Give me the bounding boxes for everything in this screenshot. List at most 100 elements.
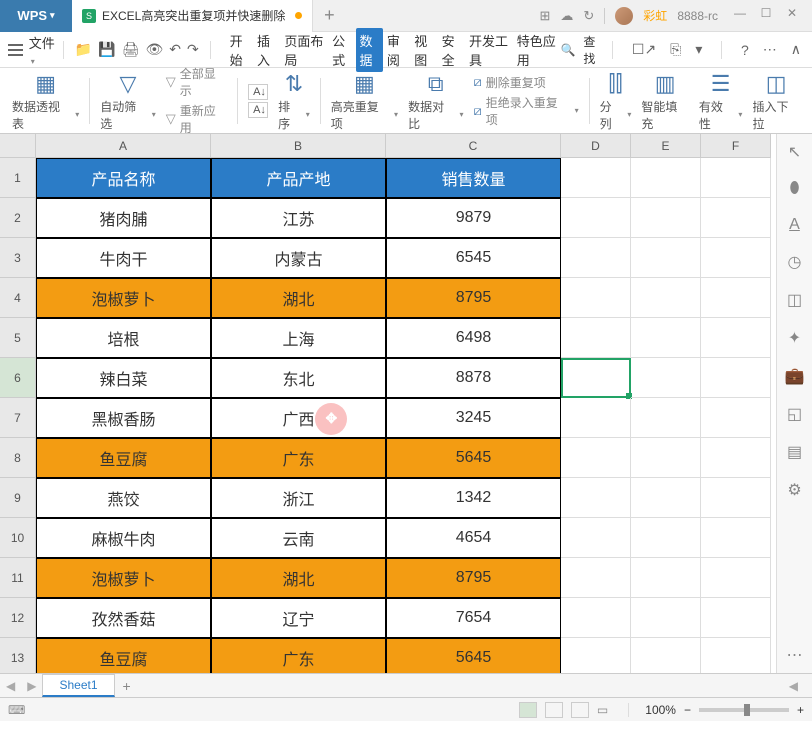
- row-header-13[interactable]: 13: [0, 638, 36, 673]
- wps-logo[interactable]: WPS▾: [0, 0, 72, 32]
- delete-duplicates-button[interactable]: ⧄删除重复项: [474, 74, 579, 91]
- menu-tab-2[interactable]: 页面布局: [281, 28, 328, 72]
- dropdown-icon[interactable]: ▾: [692, 41, 705, 58]
- maximize-button[interactable]: ☐: [754, 6, 778, 26]
- row-header-10[interactable]: 10: [0, 518, 36, 558]
- menu-tab-9[interactable]: 特色应用: [514, 28, 561, 72]
- sort-asc-button[interactable]: A↓: [248, 84, 268, 100]
- page-layout-view-button[interactable]: [571, 702, 589, 718]
- empty-cell[interactable]: [631, 238, 701, 278]
- menu-tab-1[interactable]: 插入: [254, 28, 280, 72]
- row-header-7[interactable]: 7: [0, 398, 36, 438]
- row-header-1[interactable]: 1: [0, 158, 36, 198]
- table-cell[interactable]: 鱼豆腐: [36, 438, 211, 478]
- table-cell[interactable]: 上海: [211, 318, 386, 358]
- menu-tab-7[interactable]: 安全: [439, 28, 465, 72]
- table-cell[interactable]: 湖北: [211, 558, 386, 598]
- options-icon[interactable]: ⋯: [760, 41, 780, 58]
- help-icon[interactable]: ?: [738, 42, 752, 58]
- keyboard-icon[interactable]: ⌨: [8, 703, 25, 717]
- row-header-11[interactable]: 11: [0, 558, 36, 598]
- table-cell[interactable]: 内蒙古: [211, 238, 386, 278]
- validity-button[interactable]: ☰有效性▾: [699, 70, 743, 132]
- grid-icon[interactable]: ⊞: [539, 8, 550, 24]
- row-header-5[interactable]: 5: [0, 318, 36, 358]
- table-header-cell[interactable]: 产品产地: [211, 158, 386, 198]
- redo-icon[interactable]: ↷: [184, 41, 202, 58]
- table-cell[interactable]: 3245: [386, 398, 561, 438]
- row-header-9[interactable]: 9: [0, 478, 36, 518]
- row-header-6[interactable]: 6: [0, 358, 36, 398]
- collapse-ribbon-icon[interactable]: ∧: [788, 41, 804, 58]
- undo-icon[interactable]: ↶: [166, 41, 184, 58]
- menu-tab-4[interactable]: 数据: [356, 28, 382, 72]
- table-cell[interactable]: 6545: [386, 238, 561, 278]
- highlight-duplicates-button[interactable]: ▦高亮重复项▾: [331, 70, 398, 132]
- split-column-button[interactable]: ⫿⫿分列▾: [600, 70, 632, 132]
- empty-cell[interactable]: [701, 318, 771, 358]
- empty-cell[interactable]: [701, 598, 771, 638]
- table-header-cell[interactable]: 产品名称: [36, 158, 211, 198]
- empty-cell[interactable]: [631, 638, 701, 673]
- empty-cell[interactable]: [561, 358, 631, 398]
- empty-cell[interactable]: [631, 158, 701, 198]
- empty-cell[interactable]: [701, 478, 771, 518]
- empty-cell[interactable]: [701, 158, 771, 198]
- row-header-12[interactable]: 12: [0, 598, 36, 638]
- normal-view-button[interactable]: [519, 702, 537, 718]
- empty-cell[interactable]: [631, 198, 701, 238]
- cloud-icon[interactable]: ☁: [560, 8, 573, 24]
- table-cell[interactable]: 泡椒萝卜: [36, 558, 211, 598]
- empty-cell[interactable]: [631, 358, 701, 398]
- empty-cell[interactable]: [561, 478, 631, 518]
- reject-duplicates-button[interactable]: ⧄拒绝录入重复项▾: [474, 94, 579, 128]
- table-cell[interactable]: 浙江: [211, 478, 386, 518]
- sheet-tab[interactable]: Sheet1: [42, 674, 114, 697]
- empty-cell[interactable]: [631, 558, 701, 598]
- menu-tab-0[interactable]: 开始: [227, 28, 253, 72]
- data-compare-button[interactable]: ⧉数据对比▾: [408, 70, 463, 132]
- empty-cell[interactable]: [701, 278, 771, 318]
- table-cell[interactable]: 5645: [386, 438, 561, 478]
- hamburger-icon[interactable]: [8, 42, 23, 58]
- auto-filter-button[interactable]: ▽自动筛选▾: [100, 70, 155, 132]
- table-cell[interactable]: 8795: [386, 558, 561, 598]
- empty-cell[interactable]: [631, 518, 701, 558]
- table-cell[interactable]: 辽宁: [211, 598, 386, 638]
- empty-cell[interactable]: [701, 238, 771, 278]
- column-header-F[interactable]: F: [701, 134, 771, 158]
- show-all-button[interactable]: ▽全部显示: [166, 65, 227, 99]
- share-icon[interactable]: ☐↗: [629, 41, 659, 58]
- zoom-out-button[interactable]: −: [684, 703, 691, 717]
- table-cell[interactable]: 9879: [386, 198, 561, 238]
- reading-view-icon[interactable]: ▭: [597, 703, 608, 717]
- layers-icon[interactable]: ◱: [787, 404, 802, 424]
- empty-cell[interactable]: [631, 598, 701, 638]
- menu-tab-5[interactable]: 审阅: [384, 28, 410, 72]
- select-all-corner[interactable]: [0, 134, 36, 158]
- table-cell[interactable]: 5645: [386, 638, 561, 673]
- empty-cell[interactable]: [561, 598, 631, 638]
- menu-tab-8[interactable]: 开发工具: [466, 28, 513, 72]
- empty-cell[interactable]: [631, 318, 701, 358]
- table-cell[interactable]: 广东: [211, 438, 386, 478]
- table-cell[interactable]: 麻椒牛肉: [36, 518, 211, 558]
- save-icon[interactable]: 💾: [95, 41, 118, 58]
- empty-cell[interactable]: [561, 638, 631, 673]
- open-icon[interactable]: 📁: [72, 41, 95, 58]
- cursor-tool-icon[interactable]: ↖: [788, 142, 801, 162]
- empty-cell[interactable]: [701, 518, 771, 558]
- empty-cell[interactable]: [701, 198, 771, 238]
- table-cell[interactable]: 鱼豆腐: [36, 638, 211, 673]
- table-cell[interactable]: 4654: [386, 518, 561, 558]
- minimize-button[interactable]: —: [728, 6, 752, 26]
- table-cell[interactable]: 泡椒萝卜: [36, 278, 211, 318]
- table-cell[interactable]: 牛肉干: [36, 238, 211, 278]
- empty-cell[interactable]: [631, 278, 701, 318]
- pagebreak-view-button[interactable]: [545, 702, 563, 718]
- empty-cell[interactable]: [561, 318, 631, 358]
- menu-tab-3[interactable]: 公式: [329, 28, 355, 72]
- column-header-E[interactable]: E: [631, 134, 701, 158]
- row-header-8[interactable]: 8: [0, 438, 36, 478]
- business-icon[interactable]: 💼: [785, 366, 805, 386]
